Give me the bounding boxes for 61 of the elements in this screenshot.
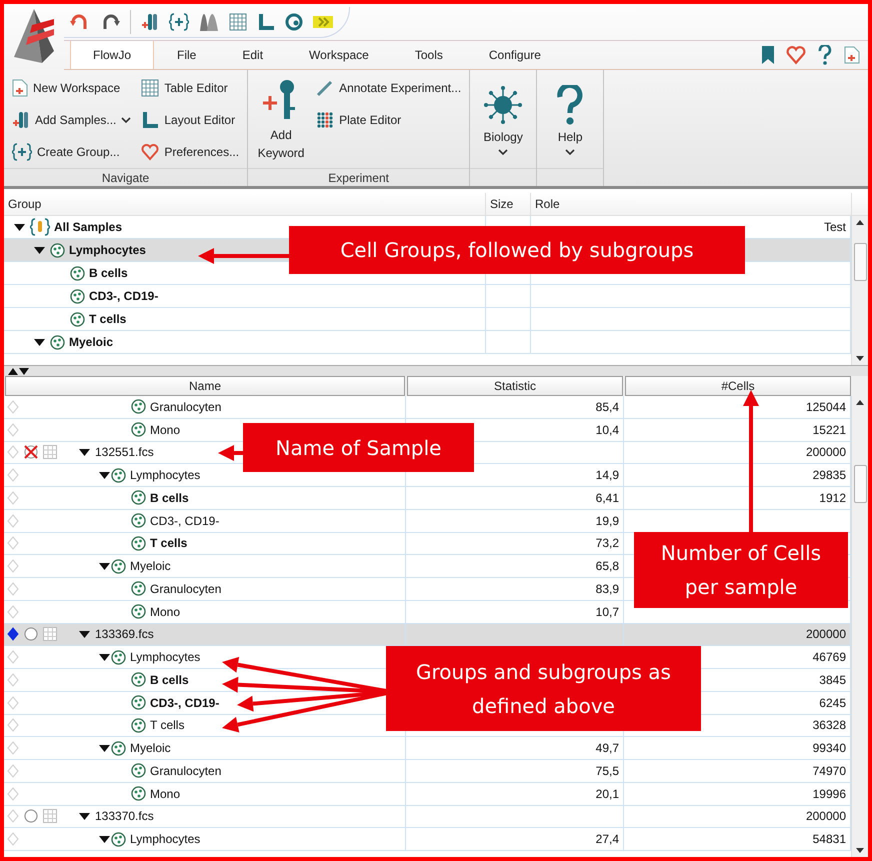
cell-count: 200000 — [806, 627, 846, 642]
gate-name: B cells — [150, 672, 189, 687]
statistic-value: 10,4 — [596, 422, 619, 437]
gate-name: Mono — [150, 786, 180, 801]
statistic-value: 83,9 — [596, 582, 619, 596]
statistic-value: 6,41 — [596, 490, 619, 505]
cell-count: 19996 — [812, 786, 846, 801]
role-text: Test — [824, 220, 847, 234]
statistic-value: 75,5 — [596, 764, 619, 778]
statistic-value: 49,7 — [596, 741, 619, 756]
sample-name: 133369.fcs — [95, 627, 154, 642]
cell-count: 6245 — [819, 696, 846, 710]
sample-name: 133370.fcs — [95, 809, 154, 824]
statistic-value: 73,2 — [596, 536, 619, 550]
cell-count: 125044 — [806, 400, 846, 414]
gate-name: T cells — [150, 718, 184, 732]
cell-count: 3845 — [819, 672, 846, 687]
group-name: All Samples — [54, 220, 122, 234]
statistic-value: 27,4 — [596, 832, 619, 846]
gate-name: Lymphocytes — [130, 650, 200, 664]
gate-name: CD3-, CD19- — [150, 696, 220, 710]
statistic-value: 14,9 — [596, 468, 619, 482]
callout-tooltip: Groups and subgroups as defined above — [386, 646, 701, 731]
gate-name: Lymphocytes — [130, 468, 200, 482]
gate-name: Myeloic — [130, 741, 171, 756]
statistic-value: 20,1 — [596, 786, 619, 801]
gate-name: Myeloic — [130, 559, 171, 574]
cell-count: 46769 — [812, 650, 846, 664]
cell-count: 99340 — [812, 741, 846, 756]
gate-name: T cells — [150, 536, 188, 550]
cell-count: 15221 — [812, 422, 846, 437]
ribbon-group-label: Navigate — [4, 168, 248, 186]
group-name: CD3-, CD19- — [89, 289, 158, 303]
statistic-value: 65,8 — [596, 559, 619, 574]
group-name: T cells — [89, 312, 126, 326]
sample-name: 132551.fcs — [95, 445, 154, 460]
statistic-value: 10,7 — [596, 604, 619, 619]
gate-name: CD3-, CD19- — [150, 514, 220, 528]
cell-count: 36328 — [812, 718, 846, 732]
cell-count: 29835 — [812, 468, 846, 482]
cell-count: 54831 — [812, 832, 846, 846]
callout-tooltip: Name of Sample — [243, 423, 474, 472]
group-name: Myeloic — [69, 335, 114, 349]
gate-name: Mono — [150, 604, 180, 619]
gate-name: Granulocyten — [150, 400, 222, 414]
cell-count: 200000 — [806, 809, 846, 824]
cell-count: 1912 — [819, 490, 846, 505]
ribbon-group-label: Experiment — [248, 168, 470, 186]
gate-name: B cells — [150, 490, 189, 505]
gate-name: Granulocyten — [150, 764, 222, 778]
gate-name: Lymphocytes — [130, 832, 200, 846]
cell-count: 74970 — [812, 764, 846, 778]
group-name: B cells — [89, 266, 128, 280]
callout-tooltip: Cell Groups, followed by subgroups — [289, 226, 745, 274]
group-name: Lymphocytes — [69, 243, 146, 257]
statistic-value: 19,9 — [596, 514, 619, 528]
callout-tooltip: Number of Cells per sample — [634, 532, 848, 608]
statistic-value: 85,4 — [596, 400, 619, 414]
cell-count: 200000 — [806, 445, 846, 460]
gate-name: Granulocyten — [150, 582, 222, 596]
gate-name: Mono — [150, 422, 180, 437]
